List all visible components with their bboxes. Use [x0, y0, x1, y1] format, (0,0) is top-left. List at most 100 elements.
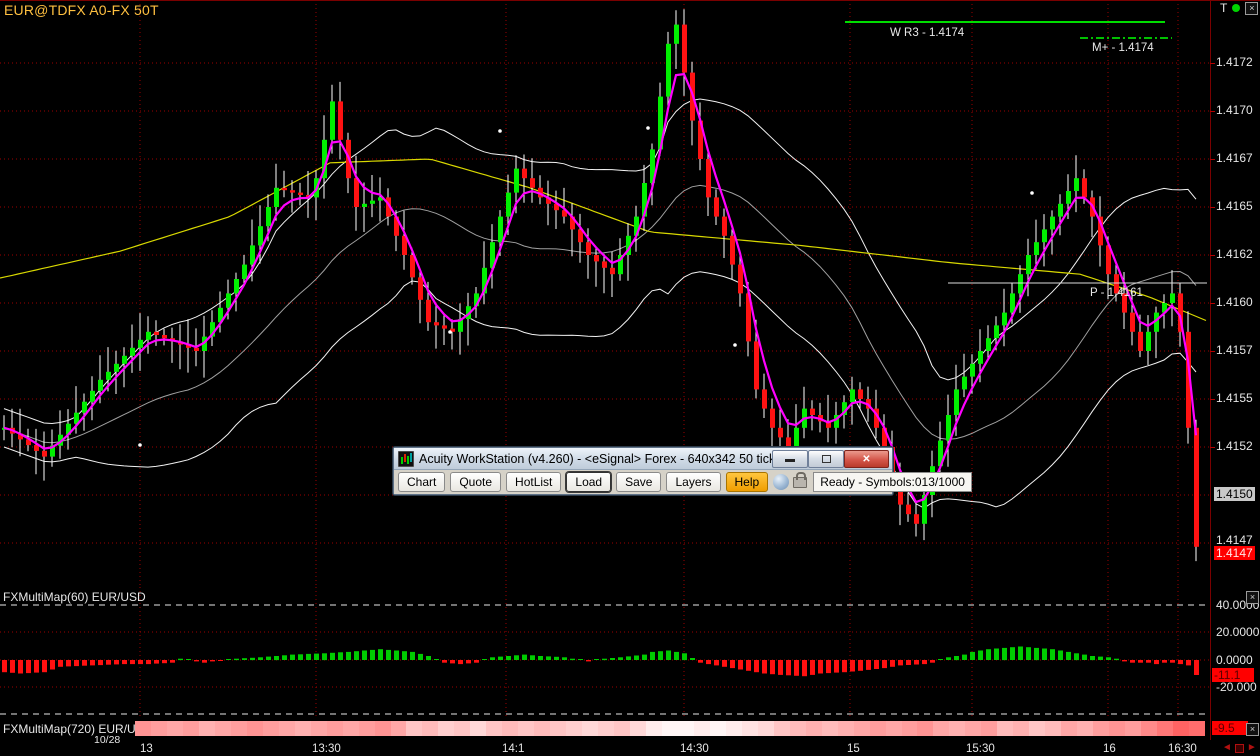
time-axis-label: 16:30 [1168, 743, 1197, 755]
heatmap-cell [359, 721, 375, 736]
heatmap-cell [438, 721, 454, 736]
window-toolbar: ChartQuoteHotListLoadSaveLayersHelp Read… [394, 470, 892, 494]
help-button[interactable]: Help [726, 472, 769, 492]
close-panel2-icon[interactable]: × [1246, 591, 1259, 604]
heatmap-cell [933, 721, 949, 736]
heatmap-cell [151, 721, 167, 736]
heatmap-cell [518, 721, 534, 736]
heatmap-cell [470, 721, 486, 736]
price-axis-label: 1.4167 [1216, 151, 1253, 165]
heatmap-cell [1173, 721, 1189, 736]
panel2-axis-label: 20.0000 [1216, 625, 1259, 639]
lock-icon[interactable] [793, 473, 807, 492]
fxmultimap720-heatmap[interactable] [135, 721, 1205, 736]
time-axis-label: 13:30 [312, 743, 341, 755]
heatmap-cell [311, 721, 327, 736]
heatmap-cell [566, 721, 582, 736]
heatmap-cell [1077, 721, 1093, 736]
time-axis-label: 14:1 [502, 743, 524, 755]
heatmap-cell [247, 721, 263, 736]
panel2-axis-label: 0.0000 [1216, 653, 1253, 667]
heatmap-cell [199, 721, 215, 736]
price-axis-label: 1.4165 [1216, 199, 1253, 213]
scroll-right-icon[interactable]: ► [1247, 743, 1257, 753]
heatmap-cell [422, 721, 438, 736]
heatmap-cell [774, 721, 790, 736]
axis-tick [1210, 111, 1215, 112]
price-axis-label: 1.4162 [1216, 247, 1253, 261]
heatmap-cell [678, 721, 694, 736]
time-axis-label: 13 [140, 743, 153, 755]
axis-tick [1210, 447, 1215, 448]
heatmap-cell [997, 721, 1013, 736]
status-readout: Ready - Symbols:013/1000 [813, 472, 972, 492]
heatmap-cell [343, 721, 359, 736]
fxmultimap60-panel-chart[interactable] [0, 587, 1210, 719]
axis-tick [1210, 399, 1215, 400]
scroll-left-icon[interactable]: ◄ [1222, 743, 1232, 753]
price-axis-label: 1.4152 [1216, 439, 1253, 453]
heatmap-cell [790, 721, 806, 736]
quote-button[interactable]: Quote [450, 472, 501, 492]
axis-tick [1210, 303, 1215, 304]
heatmap-cell [838, 721, 854, 736]
heatmap-cell [726, 721, 742, 736]
window-titlebar[interactable]: Acuity WorkStation (v4.260) - <eSignal> … [394, 448, 892, 470]
heatmap-cell [486, 721, 502, 736]
trading-workspace: EUR@TDFX A0-FX 50T T × W R3 - 1.4174M+ -… [0, 0, 1260, 756]
heatmap-cell [1189, 721, 1205, 736]
heatmap-cell [1061, 721, 1077, 736]
heatmap-cell [854, 721, 870, 736]
globe-swirl-icon[interactable] [773, 473, 789, 492]
heatmap-cell [630, 721, 646, 736]
price-axis-label: 1.4172 [1216, 55, 1253, 69]
acuity-workstation-window[interactable]: Acuity WorkStation (v4.260) - <eSignal> … [393, 447, 893, 495]
axis-tick [1210, 63, 1215, 64]
heatmap-cell [167, 721, 183, 736]
price-axis-label: 1.4170 [1216, 103, 1253, 117]
price-axis-label: 1.4155 [1216, 391, 1253, 405]
heatmap-cell [694, 721, 710, 736]
load-button[interactable]: Load [566, 472, 611, 492]
axis-tick [1210, 207, 1215, 208]
panel2-axis-label: -20.000 [1216, 680, 1257, 694]
heatmap-cell [215, 721, 231, 736]
hotlist-button[interactable]: HotList [506, 472, 561, 492]
heatmap-cell [646, 721, 662, 736]
close-panel3-icon[interactable]: × [1246, 723, 1259, 736]
axis-tick [1210, 159, 1215, 160]
main-price-chart[interactable] [0, 0, 1210, 586]
restore-button[interactable] [808, 450, 844, 468]
chart-button[interactable]: Chart [398, 472, 445, 492]
heatmap-cell [758, 721, 774, 736]
level-label-mplus: M+ - 1.4174 [1092, 42, 1154, 54]
heatmap-cell [902, 721, 918, 736]
price-axis-label: 1.4160 [1216, 295, 1253, 309]
heatmap-cell [582, 721, 598, 736]
heatmap-cell [917, 721, 933, 736]
minimize-button[interactable]: ▬ [772, 450, 808, 468]
close-window-button[interactable]: ✕ [844, 450, 889, 468]
heatmap-cell [279, 721, 295, 736]
time-axis-label: 15:30 [966, 743, 995, 755]
heatmap-cell [822, 721, 838, 736]
heatmap-cell [1109, 721, 1125, 736]
level-label-wr3: W R3 - 1.4174 [890, 27, 964, 39]
heatmap-cell [391, 721, 407, 736]
heatmap-cell [327, 721, 343, 736]
panel3-title: FXMultiMap(720) EUR/USD [3, 722, 152, 736]
panel2-title: FXMultiMap(60) EUR/USD [3, 590, 146, 604]
heatmap-cell [295, 721, 311, 736]
heatmap-cell [949, 721, 965, 736]
axis-tick [1210, 351, 1215, 352]
heatmap-cell [870, 721, 886, 736]
layers-button[interactable]: Layers [666, 472, 720, 492]
heatmap-cell [1157, 721, 1173, 736]
time-axis-label: 16 [1103, 743, 1116, 755]
save-button[interactable]: Save [616, 472, 661, 492]
heatmap-cell [502, 721, 518, 736]
heatmap-cell [454, 721, 470, 736]
scroll-thumb[interactable] [1235, 744, 1244, 753]
heatmap-cell [550, 721, 566, 736]
heatmap-cell [1013, 721, 1029, 736]
